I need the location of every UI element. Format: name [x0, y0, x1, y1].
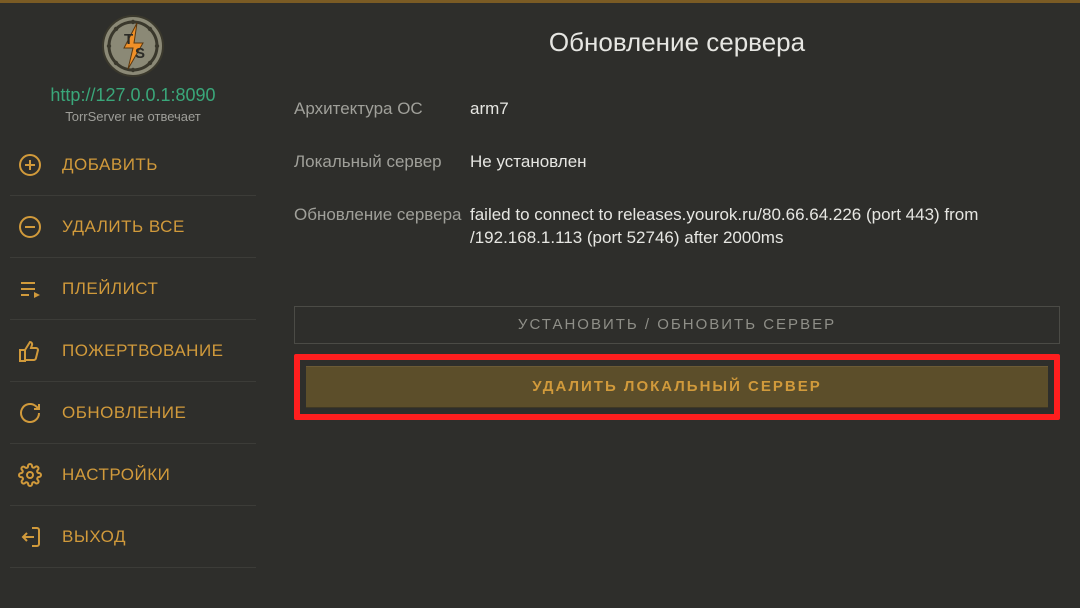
delete-local-server-button[interactable]: УДАЛИТЬ ЛОКАЛЬНЫЙ СЕРВЕР [306, 366, 1048, 408]
svg-text:T: T [124, 31, 133, 48]
info-value: failed to connect to releases.yourok.ru/… [470, 204, 1060, 250]
sidebar-item-label: НАСТРОЙКИ [62, 465, 170, 485]
torrserver-logo-icon: T S [102, 15, 164, 77]
page-title: Обновление сервера [294, 27, 1060, 58]
app-root: T S http://127.0.0.1:8090 TorrServer не … [0, 3, 1080, 608]
info-value: Не установлен [470, 151, 1060, 174]
plus-circle-icon [16, 151, 44, 179]
sidebar-item-label: ДОБАВИТЬ [62, 155, 158, 175]
sidebar-item-exit[interactable]: ВЫХОД [0, 506, 266, 568]
info-label: Архитектура ОС [294, 98, 470, 121]
sidebar-item-label: ОБНОВЛЕНИЕ [62, 403, 186, 423]
svg-text:S: S [135, 45, 145, 62]
refresh-icon [16, 399, 44, 427]
sidebar-item-update[interactable]: ОБНОВЛЕНИЕ [0, 382, 266, 444]
gear-icon [16, 461, 44, 489]
main-panel: Обновление сервера Архитектура ОС arm7 Л… [266, 3, 1080, 608]
sidebar: T S http://127.0.0.1:8090 TorrServer не … [0, 3, 266, 608]
exit-icon [16, 523, 44, 551]
server-status-text: TorrServer не отвечает [0, 109, 266, 124]
server-url-link[interactable]: http://127.0.0.1:8090 [0, 85, 266, 106]
sidebar-item-settings[interactable]: НАСТРОЙКИ [0, 444, 266, 506]
thumbs-up-icon [16, 337, 44, 365]
sidebar-item-delete-all[interactable]: УДАЛИТЬ ВСЕ [0, 196, 266, 258]
sidebar-item-label: ПОЖЕРТВОВАНИЕ [62, 341, 224, 361]
sidebar-item-playlist[interactable]: ПЛЕЙЛИСТ [0, 258, 266, 320]
sidebar-item-label: ПЛЕЙЛИСТ [62, 279, 158, 299]
sidebar-item-donate[interactable]: ПОЖЕРТВОВАНИЕ [0, 320, 266, 382]
playlist-icon [16, 275, 44, 303]
minus-circle-icon [16, 213, 44, 241]
highlighted-button-frame: УДАЛИТЬ ЛОКАЛЬНЫЙ СЕРВЕР [294, 354, 1060, 420]
sidebar-item-label: УДАЛИТЬ ВСЕ [62, 217, 185, 237]
install-update-server-button[interactable]: УСТАНОВИТЬ / ОБНОВИТЬ СЕРВЕР [294, 306, 1060, 344]
info-row-local-server: Локальный сервер Не установлен [294, 151, 1060, 174]
sidebar-item-add[interactable]: ДОБАВИТЬ [0, 134, 266, 196]
info-row-arch: Архитектура ОС arm7 [294, 98, 1060, 121]
info-label: Обновление сервера [294, 204, 470, 250]
info-label: Локальный сервер [294, 151, 470, 174]
sidebar-nav: ДОБАВИТЬ УДАЛИТЬ ВСЕ ПЛЕЙЛИСТ [0, 134, 266, 568]
info-row-server-update: Обновление сервера failed to connect to … [294, 204, 1060, 250]
app-logo: T S [0, 15, 266, 77]
info-table: Архитектура ОС arm7 Локальный сервер Не … [294, 98, 1060, 250]
info-value: arm7 [470, 98, 1060, 121]
sidebar-item-label: ВЫХОД [62, 527, 126, 547]
